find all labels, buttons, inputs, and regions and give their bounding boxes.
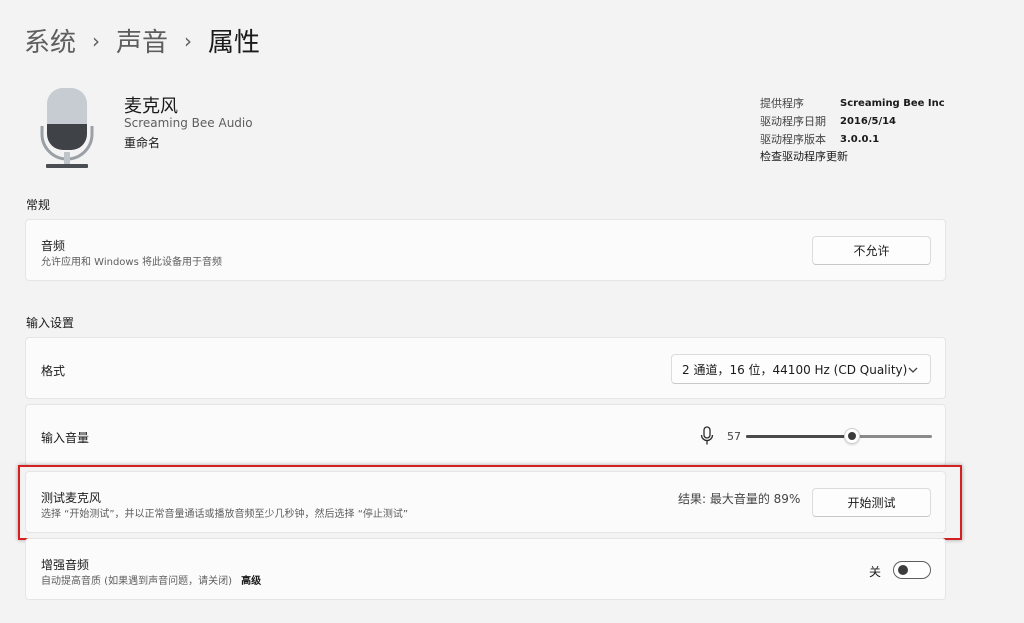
section-title-general: 常规 (26, 198, 51, 212)
slider-thumb[interactable] (844, 428, 860, 444)
driver-date-value: 2016/5/14 (840, 115, 897, 127)
section-title-input: 输入设置 (26, 316, 75, 330)
test-mic-description: 选择 “开始测试”，并以正常音量通话或播放音频至少几秒钟，然后选择 “停止测试” (41, 509, 409, 520)
test-mic-card: 测试麦克风 选择 “开始测试”，并以正常音量通话或播放音频至少几秒钟，然后选择 … (25, 471, 946, 533)
input-volume-card: 输入音量 57 (25, 404, 946, 466)
enhance-audio-description-text: 自动提高音质 (如果遇到声音问题，请关闭) (41, 576, 232, 587)
rename-link[interactable]: 重命名 (124, 134, 160, 151)
slider-fill (746, 435, 852, 438)
audio-title: 音频 (41, 239, 66, 253)
enhance-toggle-state: 关 (869, 565, 882, 579)
driver-date-row: 驱动程序日期 2016/5/14 (760, 112, 945, 130)
driver-provider-value: Screaming Bee Inc (840, 97, 945, 109)
enhance-audio-description: 自动提高音质 (如果遇到声音问题，请关闭) 高级 (41, 572, 261, 587)
input-volume-title: 输入音量 (41, 431, 90, 445)
format-title: 格式 (41, 364, 66, 378)
driver-version-value: 3.0.0.1 (840, 133, 880, 145)
driver-date-label: 驱动程序日期 (760, 115, 826, 128)
driver-provider-label: 提供程序 (760, 97, 804, 110)
check-driver-update-link[interactable]: 检查驱动程序更新 (760, 148, 945, 166)
chevron-down-icon (908, 367, 918, 373)
breadcrumb-separator: › (92, 28, 101, 53)
driver-version-label: 驱动程序版本 (760, 133, 826, 146)
test-mic-title: 测试麦克风 (41, 491, 102, 505)
microphone-icon (40, 88, 94, 168)
audio-card: 音频 允许应用和 Windows 将此设备用于音频 不允许 (25, 219, 946, 281)
page-title: 属性 (208, 28, 261, 58)
driver-provider-row: 提供程序 Screaming Bee Inc (760, 94, 945, 112)
enhance-audio-title: 增强音频 (41, 558, 90, 572)
format-card: 格式 2 通道，16 位，44100 Hz (CD Quality) (25, 337, 946, 399)
enhance-audio-card: 增强音频 自动提高音质 (如果遇到声音问题，请关闭) 高级 关 (25, 538, 946, 600)
toggle-knob (898, 565, 908, 575)
start-test-button[interactable]: 开始测试 (812, 488, 931, 517)
breadcrumb: 系统 › 声音 › 属性 (24, 22, 260, 59)
format-select-value: 2 通道，16 位，44100 Hz (CD Quality) (682, 362, 908, 377)
driver-info: 提供程序 Screaming Bee Inc 驱动程序日期 2016/5/14 … (760, 94, 945, 166)
test-mic-result: 结果: 最大音量的 89% (678, 492, 801, 506)
breadcrumb-system[interactable]: 系统 (24, 22, 76, 59)
advanced-link[interactable]: 高级 (241, 576, 261, 587)
input-volume-slider[interactable] (746, 427, 932, 445)
format-select[interactable]: 2 通道，16 位，44100 Hz (CD Quality) (671, 354, 931, 384)
device-vendor: Screaming Bee Audio (124, 116, 253, 130)
breadcrumb-separator: › (184, 28, 193, 53)
breadcrumb-sound[interactable]: 声音 (116, 22, 168, 59)
input-volume-value: 57 (727, 430, 741, 443)
device-name: 麦克风 (124, 96, 178, 117)
microphone-icon (700, 426, 714, 445)
audio-description: 允许应用和 Windows 将此设备用于音频 (41, 257, 222, 268)
enhance-audio-toggle[interactable] (893, 561, 931, 579)
disallow-button[interactable]: 不允许 (812, 236, 931, 265)
driver-version-row: 驱动程序版本 3.0.0.1 (760, 130, 945, 148)
